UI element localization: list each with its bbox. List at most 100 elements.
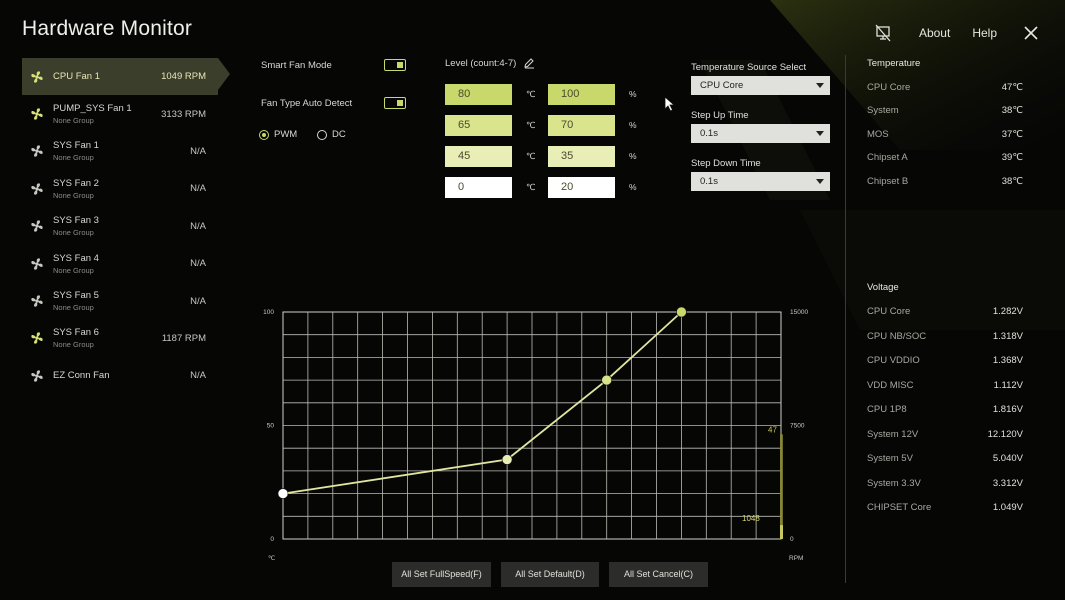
fan-item[interactable]: CPU Fan 1 1049 RPM bbox=[22, 58, 230, 96]
vertical-divider bbox=[845, 55, 846, 583]
fan-group: None Group bbox=[53, 190, 94, 200]
fan-text: PUMP_SYS Fan 1 None Group bbox=[53, 103, 146, 125]
fan-item[interactable]: SYS Fan 5 None Group N/A bbox=[22, 282, 218, 319]
level-temp-input[interactable]: 80 bbox=[445, 84, 512, 105]
temperature-source-label: Temperature Source Select bbox=[691, 62, 807, 73]
fan-item[interactable]: PUMP_SYS Fan 1 None Group 3133 RPM bbox=[22, 95, 218, 132]
temperature-reading: Chipset B 38℃ bbox=[867, 176, 1023, 187]
y2-tick-label: 15000 bbox=[790, 309, 808, 316]
voltage-reading: System 3.3V 3.312V bbox=[867, 478, 1023, 489]
voltage-reading: System 5V 5.040V bbox=[867, 453, 1023, 464]
fan-type-auto-detect-label: Fan Type Auto Detect bbox=[261, 98, 353, 109]
level-temp-input[interactable]: 45 bbox=[445, 146, 512, 167]
temperature-label: CPU Core bbox=[867, 82, 911, 93]
level-percent-input[interactable]: 20 bbox=[548, 177, 615, 198]
notification-off-icon[interactable] bbox=[871, 22, 895, 44]
fan-item[interactable]: SYS Fan 1 None Group N/A bbox=[22, 133, 218, 170]
percent-unit: % bbox=[629, 120, 637, 130]
all-set-cancel-button[interactable]: All Set Cancel(C) bbox=[609, 562, 708, 587]
fan-speed: N/A bbox=[190, 258, 206, 270]
fan-group: None Group bbox=[53, 228, 94, 238]
fan-text: SYS Fan 6 None Group bbox=[53, 327, 146, 349]
level-percent-input[interactable]: 70 bbox=[548, 115, 615, 136]
pwm-radio[interactable]: PWM bbox=[259, 129, 297, 140]
fan-icon bbox=[31, 295, 43, 307]
temperature-value: 38℃ bbox=[1001, 105, 1023, 117]
percent-unit: % bbox=[629, 182, 637, 192]
y2-tick-label: 0 bbox=[790, 536, 794, 543]
fan-name: SYS Fan 3 bbox=[53, 215, 99, 227]
fan-speed: N/A bbox=[190, 295, 206, 307]
percent-unit: % bbox=[629, 89, 637, 99]
current-rpm-bar bbox=[780, 525, 783, 539]
dc-label: DC bbox=[332, 129, 346, 140]
voltage-reading: CPU 1P8 1.816V bbox=[867, 404, 1023, 415]
fan-icon bbox=[31, 370, 43, 382]
fan-speed: N/A bbox=[190, 370, 206, 382]
voltage-value: 1.049V bbox=[992, 502, 1023, 513]
step-up-time-select[interactable]: 0.1s bbox=[691, 124, 830, 143]
fan-type-auto-detect-toggle[interactable] bbox=[384, 97, 406, 109]
temperature-source-select[interactable]: CPU Core bbox=[691, 76, 830, 95]
voltage-value: 1.112V bbox=[993, 379, 1023, 391]
fan-name: PUMP_SYS Fan 1 bbox=[53, 103, 132, 115]
curve-point[interactable] bbox=[676, 306, 687, 318]
fan-name: CPU Fan 1 bbox=[53, 71, 100, 83]
voltage-label: System 5V bbox=[867, 453, 913, 464]
chevron-down-icon bbox=[816, 83, 824, 88]
x-unit-label: ℃ bbox=[268, 555, 276, 562]
temperature-value: 37℃ bbox=[1001, 128, 1023, 140]
level-percent-input[interactable]: 35 bbox=[548, 146, 615, 167]
voltage-value: 1.282V bbox=[992, 306, 1023, 317]
fan-text: EZ Conn Fan bbox=[53, 370, 146, 381]
fan-item[interactable]: SYS Fan 4 None Group N/A bbox=[22, 245, 218, 282]
fan-text: SYS Fan 2 None Group bbox=[53, 178, 146, 200]
fan-curve-chart[interactable]: 100 50 0 15000 7500 0 ℃ RPM 47 1048 bbox=[260, 300, 820, 565]
fan-item[interactable]: SYS Fan 2 None Group N/A bbox=[22, 170, 218, 207]
fan-item[interactable]: EZ Conn Fan N/A bbox=[22, 357, 218, 394]
level-temp-input[interactable]: 65 bbox=[445, 115, 512, 136]
dc-radio[interactable]: DC bbox=[317, 129, 346, 140]
curve-point[interactable] bbox=[501, 454, 513, 465]
level-label: Level (count:4-7) bbox=[445, 58, 517, 69]
close-icon[interactable] bbox=[1019, 22, 1043, 44]
smart-fan-mode-label: Smart Fan Mode bbox=[261, 60, 332, 71]
fan-text: SYS Fan 1 None Group bbox=[53, 140, 146, 162]
voltage-value: 1.318V bbox=[992, 330, 1023, 342]
fan-group: None Group bbox=[53, 153, 94, 163]
fan-item[interactable]: SYS Fan 6 None Group 1187 RPM bbox=[22, 320, 218, 357]
all-set-default-button[interactable]: All Set Default(D) bbox=[501, 562, 599, 587]
y-tick-label: 50 bbox=[267, 423, 275, 430]
fan-icon bbox=[31, 71, 43, 83]
level-temp-input[interactable]: 0 bbox=[445, 177, 512, 198]
smart-fan-mode-toggle[interactable] bbox=[384, 59, 406, 71]
pencil-icon[interactable] bbox=[523, 57, 535, 69]
mouse-cursor-icon bbox=[664, 96, 676, 112]
help-button[interactable]: Help bbox=[972, 26, 997, 40]
voltage-reading: System 12V 12.120V bbox=[867, 429, 1023, 440]
fan-speed: N/A bbox=[190, 145, 206, 157]
voltage-reading: VDD MISC 1.112V bbox=[867, 380, 1023, 391]
fan-item[interactable]: SYS Fan 3 None Group N/A bbox=[22, 208, 218, 245]
chevron-down-icon bbox=[816, 179, 824, 184]
temperature-source-value: CPU Core bbox=[700, 80, 744, 91]
temperature-title: Temperature bbox=[867, 58, 921, 69]
current-temp-label: 47 bbox=[768, 425, 777, 434]
top-bar: About Help bbox=[871, 22, 1043, 44]
curve-point[interactable] bbox=[601, 374, 613, 386]
all-set-fullspeed-button[interactable]: All Set FullSpeed(F) bbox=[392, 562, 491, 587]
level-percent-input[interactable]: 100 bbox=[548, 84, 615, 105]
fan-text: SYS Fan 5 None Group bbox=[53, 290, 146, 312]
voltage-reading: CPU NB/SOC 1.318V bbox=[867, 331, 1023, 342]
fan-group: None Group bbox=[53, 303, 94, 313]
about-button[interactable]: About bbox=[919, 26, 950, 40]
fan-text: SYS Fan 3 None Group bbox=[53, 215, 146, 237]
step-down-time-select[interactable]: 0.1s bbox=[691, 172, 830, 191]
curve-point[interactable] bbox=[277, 488, 289, 499]
temperature-reading: System 38℃ bbox=[867, 105, 1023, 116]
y-tick-label: 0 bbox=[270, 536, 274, 543]
fan-speed: 3133 RPM bbox=[161, 108, 206, 120]
fan-speed: 1049 RPM bbox=[161, 71, 206, 83]
fan-name: SYS Fan 6 bbox=[53, 327, 99, 339]
y-tick-label: 100 bbox=[263, 309, 274, 316]
